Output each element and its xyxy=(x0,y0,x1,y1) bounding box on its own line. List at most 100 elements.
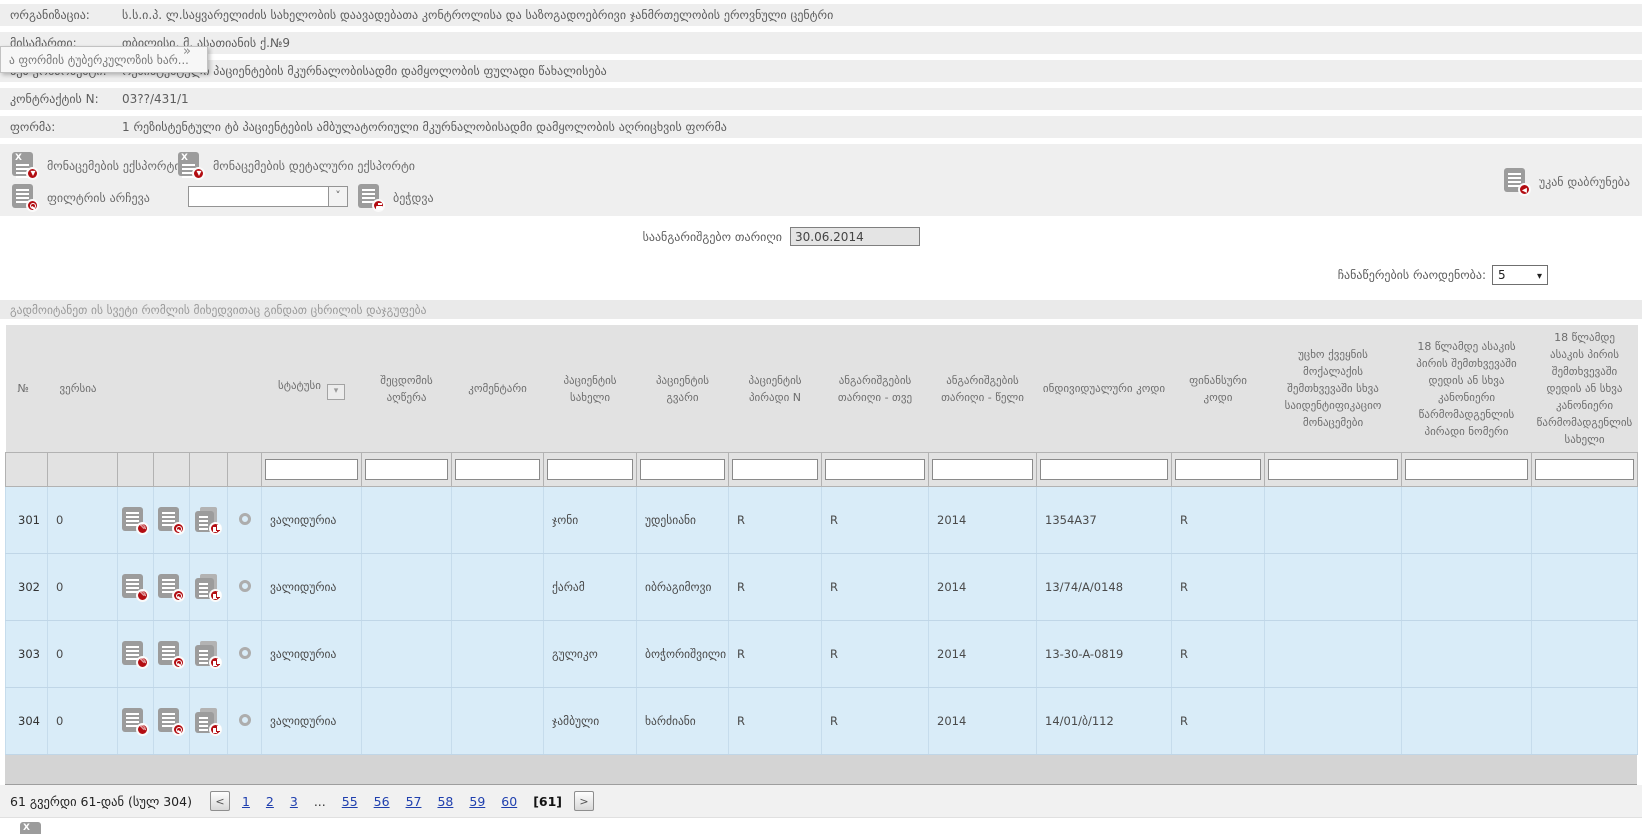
filter-cell-patient-last-name xyxy=(637,453,729,487)
row-radio-button[interactable] xyxy=(239,714,251,726)
data-export-button[interactable]: X მონაცემების ექსპორტი xyxy=(12,152,181,179)
doc-lines xyxy=(362,189,375,191)
view-record-icon[interactable] xyxy=(158,574,185,601)
doc-lines xyxy=(16,164,29,166)
row-radio-button[interactable] xyxy=(239,513,251,525)
table-row: 3040ვალიდურიაჯამბულიხარძიანიRR201414/01/… xyxy=(6,688,1638,755)
column-filter-input-patient-last-name[interactable] xyxy=(640,459,725,480)
records-count-value: 5 xyxy=(1498,268,1506,282)
column-header-comment[interactable]: კომენტარი xyxy=(452,325,544,453)
cell-report-month: R xyxy=(822,688,929,755)
page-link[interactable]: 56 xyxy=(374,794,390,809)
bottom-export-icon[interactable]: X xyxy=(20,822,47,834)
filter-cell-copy xyxy=(190,453,228,487)
view-record-icon[interactable] xyxy=(158,507,185,534)
copy-record-icon[interactable] xyxy=(195,708,222,735)
cell-edit xyxy=(118,487,154,554)
column-filter-input-patient-personal-n[interactable] xyxy=(732,459,818,480)
badge-copy-badge xyxy=(209,589,222,602)
page-link[interactable]: 3 xyxy=(290,794,298,809)
tooltip-expand-button[interactable]: » xyxy=(183,46,191,59)
cell-report-year: 2014 xyxy=(929,688,1037,755)
report-date-input[interactable] xyxy=(790,227,920,246)
page-link[interactable]: 58 xyxy=(437,794,453,809)
row-radio-button[interactable] xyxy=(239,580,251,592)
column-header-guardian-name[interactable]: 18 წლამდე ასაკის პირის შემთხვევაში დედის… xyxy=(1532,325,1638,453)
chevron-down-icon[interactable] xyxy=(328,187,347,206)
column-header-foreign-id[interactable]: უცხო ქვეყნის მოქალაქის შემთხვევაში სხვა … xyxy=(1265,325,1402,453)
view-record-icon[interactable] xyxy=(158,641,185,668)
column-header-no[interactable]: № xyxy=(6,325,48,453)
print-button[interactable]: ბეჭდვა xyxy=(358,184,434,211)
copy-record-icon[interactable] xyxy=(195,641,222,668)
copy-record-icon[interactable] xyxy=(195,574,222,601)
back-button[interactable]: უკან დაბრუნება xyxy=(1504,168,1630,195)
choose-filter-label: ფილტრის არჩევა xyxy=(47,191,150,205)
column-header-financial-code[interactable]: ფინანსური კოდი xyxy=(1172,325,1265,453)
cell-report-month: R xyxy=(822,621,929,688)
column-filter-input-foreign-id[interactable] xyxy=(1268,459,1398,480)
column-filter-input-financial-code[interactable] xyxy=(1175,459,1261,480)
edit-record-icon[interactable] xyxy=(122,641,149,668)
column-filter-input-patient-first-name[interactable] xyxy=(547,459,633,480)
cell-no: 301 xyxy=(6,487,48,554)
doc-lines xyxy=(199,717,208,719)
column-filter-input-report-month[interactable] xyxy=(825,459,925,480)
next-page-button[interactable]: > xyxy=(574,791,594,811)
back-arrow-badge-icon xyxy=(1518,183,1531,196)
cell-status: ვალიდურია xyxy=(262,688,362,755)
column-filter-input-individual-code[interactable] xyxy=(1040,459,1168,480)
prev-page-button[interactable]: < xyxy=(210,791,230,811)
cell-foreign-id xyxy=(1265,487,1402,554)
column-header-report-month[interactable]: ანგარიშგების თარიღი - თვე xyxy=(822,325,929,453)
patients-table: №ვერსიასტატუსიშეცდომის აღწერაკომენტარიპა… xyxy=(5,325,1638,755)
edit-record-icon[interactable] xyxy=(122,507,149,534)
filter-cell-select xyxy=(228,453,262,487)
edit-record-icon[interactable] xyxy=(122,708,149,735)
choose-filter-button[interactable]: ფილტრის არჩევა xyxy=(12,184,150,211)
status-filter-dropdown-button[interactable] xyxy=(327,384,345,400)
column-filter-input-comment[interactable] xyxy=(455,459,540,480)
row-radio-button[interactable] xyxy=(239,647,251,659)
column-header-version[interactable]: ვერსია xyxy=(48,325,118,453)
column-header-individual-code[interactable]: ინდივიდუალური კოდი xyxy=(1037,325,1172,453)
page-link[interactable]: 2 xyxy=(266,794,274,809)
cell-copy xyxy=(190,621,228,688)
page-link[interactable]: 60 xyxy=(501,794,517,809)
column-filter-input-guardian-name[interactable] xyxy=(1535,459,1634,480)
column-header-status[interactable]: სტატუსი xyxy=(262,325,362,453)
form-label: ფორმა: xyxy=(10,120,120,134)
doc-lines xyxy=(199,516,208,518)
cell-foreign-id xyxy=(1265,688,1402,755)
cell-view xyxy=(154,688,190,755)
edit-record-icon[interactable] xyxy=(122,574,149,601)
cell-select xyxy=(228,487,262,554)
view-record-icon[interactable] xyxy=(158,708,185,735)
column-header-patient-last-name[interactable]: პაციენტის გვარი xyxy=(637,325,729,453)
page-link[interactable]: 59 xyxy=(469,794,485,809)
column-header-error-description[interactable]: შეცდომის აღწერა xyxy=(362,325,452,453)
page-link[interactable]: 57 xyxy=(406,794,422,809)
cell-foreign-id xyxy=(1265,621,1402,688)
cell-foreign-id xyxy=(1265,554,1402,621)
detailed-export-button[interactable]: X მონაცემების დეტალური ექსპორტი xyxy=(178,152,415,179)
doc-lines xyxy=(126,646,139,648)
column-filter-input-error-description[interactable] xyxy=(365,459,448,480)
column-filter-input-guardian-personal-n[interactable] xyxy=(1405,459,1528,480)
column-header-report-year[interactable]: ანგარიშგების თარიღი - წელი xyxy=(929,325,1037,453)
page-link[interactable]: 55 xyxy=(342,794,358,809)
column-header-patient-first-name[interactable]: პაციენტის სახელი xyxy=(544,325,637,453)
records-count-select[interactable]: 5 xyxy=(1492,265,1548,285)
column-header-copy xyxy=(190,325,228,453)
group-hint-band: გადმოიტანეთ ის სვეტი რომლის მიხედვითაც გ… xyxy=(0,300,1642,319)
page-ellipsis: ... xyxy=(314,794,326,809)
filter-select[interactable] xyxy=(188,186,348,207)
column-header-guardian-personal-n[interactable]: 18 წლამდე ასაკის პირის შემთხვევაში დედის… xyxy=(1402,325,1532,453)
doc-lines xyxy=(162,713,175,715)
column-header-label: უცხო ქვეყნის მოქალაქის შემთხვევაში სხვა … xyxy=(1285,348,1382,429)
column-filter-input-report-year[interactable] xyxy=(932,459,1033,480)
column-filter-input-status[interactable] xyxy=(265,459,358,480)
column-header-patient-personal-n[interactable]: პაციენტის პირადი N xyxy=(729,325,822,453)
copy-record-icon[interactable] xyxy=(195,507,222,534)
page-link[interactable]: 1 xyxy=(242,794,250,809)
